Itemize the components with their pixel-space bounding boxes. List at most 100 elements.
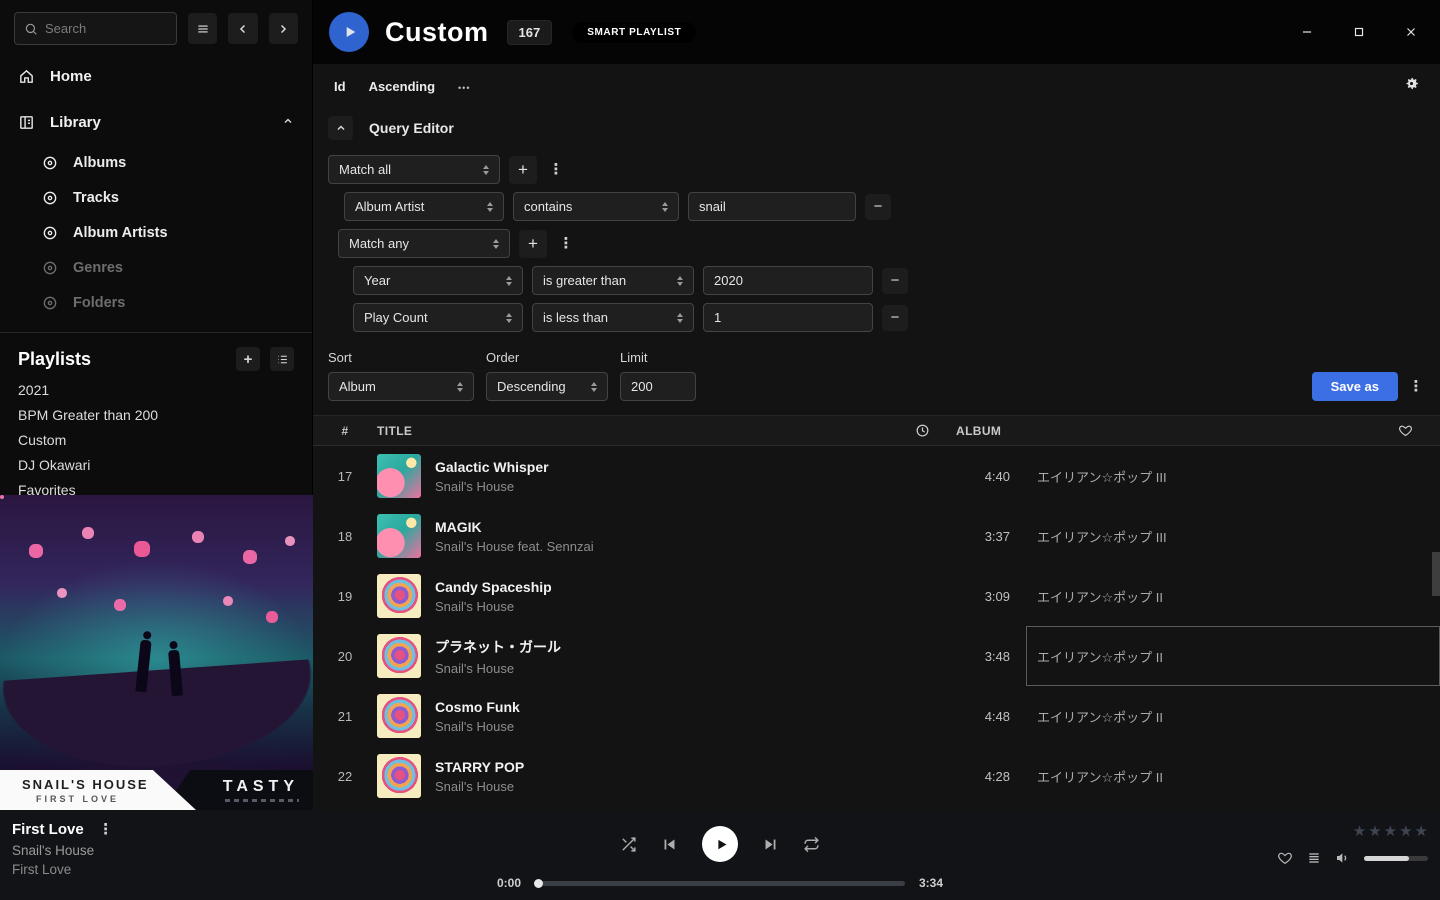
playlists-header: Playlists [0, 333, 312, 371]
settings-button[interactable] [1403, 75, 1420, 97]
sort-field-button[interactable]: Id [334, 79, 346, 94]
elapsed-time: 0:00 [487, 876, 521, 890]
rule-value-input[interactable]: 1 [703, 303, 873, 332]
player-center: 0:00 3:34 [0, 810, 1440, 900]
order-select[interactable]: Descending [486, 372, 608, 401]
track-album-cell[interactable]: エイリアン☆ポップ III [1026, 506, 1440, 566]
rating-star[interactable] [1415, 824, 1428, 839]
track-album-cell[interactable]: エイリアン☆ポップ II [1026, 566, 1440, 626]
rule-field-select[interactable]: Play Count [353, 303, 523, 332]
track-row[interactable]: 18 MAGIK Snail's House feat. Sennzai 3:3… [313, 506, 1440, 566]
rule-field-select[interactable]: Year [353, 266, 523, 295]
previous-button[interactable] [661, 836, 678, 853]
now-playing-artwork[interactable]: SNAIL'S HOUSE FIRST LOVE TASTY [0, 495, 313, 810]
rating-star[interactable] [1399, 824, 1412, 839]
group-match-select[interactable]: Match any [338, 229, 510, 258]
track-row[interactable]: 19 Candy Spaceship Snail's House 3:09 エイ… [313, 566, 1440, 626]
library-submenu-item[interactable]: Album Artists [0, 215, 312, 250]
play-playlist-button[interactable] [329, 12, 369, 52]
repeat-button[interactable] [803, 836, 820, 853]
playlist-item[interactable]: 2021 [0, 377, 312, 402]
duration-column-header[interactable] [860, 423, 930, 438]
rule-operator-select[interactable]: is less than [532, 303, 694, 332]
playlist-list-button[interactable] [270, 347, 294, 371]
volume-button[interactable] [1335, 850, 1351, 866]
queue-button[interactable] [1306, 850, 1322, 866]
ellipsis-icon[interactable] [458, 78, 470, 95]
playlist-item[interactable]: Custom [0, 427, 312, 452]
next-button[interactable] [762, 836, 779, 853]
rating-star[interactable] [1368, 824, 1381, 839]
playlist-item[interactable]: BPM Greater than 200 [0, 402, 312, 427]
library-item-icon [42, 225, 58, 241]
search-input-wrap[interactable] [14, 12, 177, 45]
library-collapse-button[interactable] [282, 114, 294, 131]
play-icon [342, 24, 358, 40]
track-row[interactable]: 21 Cosmo Funk Snail's House 4:48 エイリアン☆ポ… [313, 686, 1440, 746]
remove-rule-button[interactable] [865, 194, 891, 220]
rating-star[interactable] [1353, 824, 1366, 839]
track-row[interactable]: 22 STARRY POP Snail's House 4:28 エイリアン☆ポ… [313, 746, 1440, 806]
library-submenu-item[interactable]: Genres [0, 250, 312, 285]
remove-rule-button[interactable] [882, 268, 908, 294]
add-playlist-button[interactable] [236, 347, 260, 371]
scrollbar-thumb[interactable] [1432, 552, 1440, 596]
artwork-label-subtext-decoration [225, 799, 299, 802]
remove-rule-button[interactable] [882, 305, 908, 331]
add-rule-button[interactable] [509, 156, 537, 184]
add-group-rule-button[interactable] [519, 230, 547, 258]
play-pause-button[interactable] [702, 826, 738, 862]
sort-order-button[interactable]: Ascending [369, 79, 435, 94]
library-submenu-item[interactable]: Tracks [0, 180, 312, 215]
rule-field-select[interactable]: Album Artist [344, 192, 504, 221]
track-album-cell[interactable]: エイリアン☆ポップ II [1026, 626, 1440, 686]
nav-back-button[interactable] [228, 13, 257, 44]
main-body: Id Ascending Query Editor Match all [313, 64, 1440, 810]
close-button[interactable] [1396, 17, 1426, 47]
rule-operator-select[interactable]: contains [513, 192, 679, 221]
now-playing-album[interactable]: First Love [12, 862, 116, 877]
album-column-header[interactable]: ALBUM [956, 424, 1370, 438]
save-menu-button[interactable] [1406, 377, 1426, 396]
volume-slider[interactable] [1364, 856, 1428, 861]
shuffle-button[interactable] [620, 836, 637, 853]
rule-value-input[interactable]: 2020 [703, 266, 873, 295]
rule-operator-select[interactable]: is greater than [532, 266, 694, 295]
rule-value-input[interactable]: snail [688, 192, 856, 221]
track-album-cell[interactable]: エイリアン☆ポップ II [1026, 686, 1440, 746]
home-icon [18, 68, 35, 85]
track-album-cell[interactable]: エイリアン☆ポップ II [1026, 746, 1440, 806]
sidebar-item-home[interactable]: Home [0, 61, 312, 91]
sidebar-item-library[interactable]: Library [0, 107, 312, 137]
rule-group-menu-button[interactable] [546, 160, 566, 179]
minimize-button[interactable] [1292, 17, 1322, 47]
title-column-header[interactable]: TITLE [377, 424, 860, 438]
track-duration: 3:48 [940, 649, 1010, 664]
menu-button[interactable] [188, 13, 217, 44]
root-rules: Album Artist contains snail [328, 192, 1426, 221]
group-menu-button[interactable] [556, 234, 576, 253]
search-input[interactable] [45, 21, 155, 36]
index-column-header[interactable]: # [313, 424, 377, 438]
library-item-icon [42, 260, 58, 276]
save-as-button[interactable]: Save as [1312, 372, 1398, 401]
heart-icon [1277, 850, 1293, 866]
maximize-button[interactable] [1344, 17, 1374, 47]
track-row[interactable]: 20 プラネット・ガール Snail's House 3:48 エイリアン☆ポッ… [313, 626, 1440, 686]
sort-select[interactable]: Album [328, 372, 474, 401]
progress-slider[interactable] [535, 881, 905, 886]
favorite-button[interactable] [1277, 850, 1293, 866]
progress-handle[interactable] [534, 879, 543, 888]
playlist-item[interactable]: DJ Okawari [0, 452, 312, 477]
library-submenu-item[interactable]: Albums [0, 145, 312, 180]
track-album-cell[interactable]: エイリアン☆ポップ III [1026, 446, 1440, 506]
nav-forward-button[interactable] [269, 13, 298, 44]
player-right [1277, 824, 1428, 866]
favorite-column-header[interactable] [1370, 423, 1440, 438]
query-editor-collapse-button[interactable] [328, 116, 353, 140]
rating-star[interactable] [1384, 824, 1397, 839]
track-row[interactable]: 17 Galactic Whisper Snail's House 4:40 エ… [313, 446, 1440, 506]
limit-input[interactable]: 200 [620, 372, 696, 401]
root-match-select[interactable]: Match all [328, 155, 500, 184]
library-submenu-item[interactable]: Folders [0, 285, 312, 320]
